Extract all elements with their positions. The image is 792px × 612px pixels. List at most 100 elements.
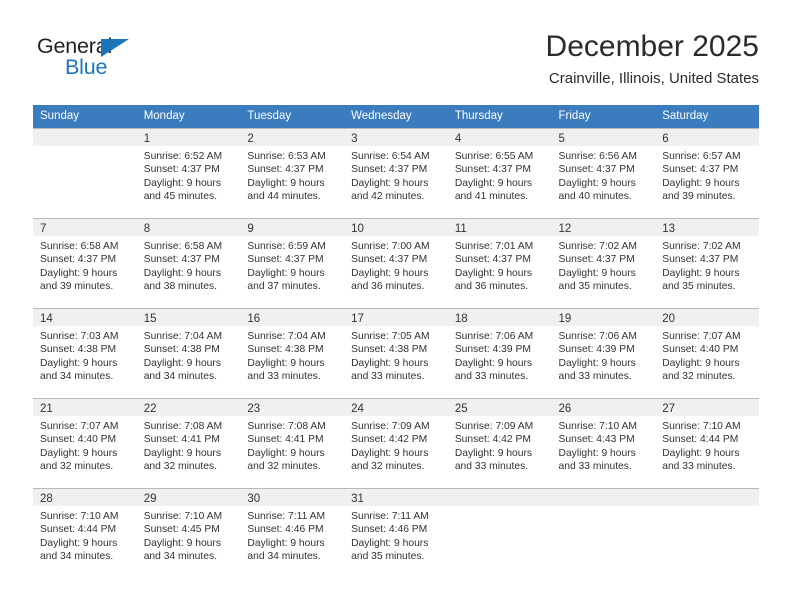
day-cell-18[interactable]: 18 Sunrise: 7:06 AM Sunset: 4:39 PM Dayligh… (447, 308, 552, 398)
day-number-bar: 23 (240, 399, 345, 416)
day-cell-11[interactable]: 11 Sunrise: 7:01 AM Sunset: 4:37 PM Dayligh… (447, 218, 552, 308)
daylight-text-line2: and 34 minutes. (40, 371, 114, 383)
day-cell-25[interactable]: 25 Sunrise: 7:09 AM Sunset: 4:42 PM Dayligh… (447, 398, 552, 488)
daylight-text-line1: Daylight: 9 hours (351, 177, 429, 189)
calendar-cell: 18 Sunrise: 7:06 AM Sunset: 4:39 PM Dayligh… (447, 308, 552, 398)
sunset-text: Sunset: 4:37 PM (454, 164, 531, 176)
day-cell-30[interactable]: 30 Sunrise: 7:11 AM Sunset: 4:46 PM Dayligh… (240, 488, 345, 578)
calendar-cell: 14 Sunrise: 7:03 AM Sunset: 4:38 PM Dayligh… (33, 308, 137, 398)
day-cell-21[interactable]: 21 Sunrise: 7:07 AM Sunset: 4:40 PM Dayligh… (33, 398, 137, 488)
day-number: 29 (143, 493, 157, 505)
day-cell-16[interactable]: 16 Sunrise: 7:04 AM Sunset: 4:38 PM Dayligh… (240, 308, 345, 398)
day-cell-5[interactable]: 5 Sunrise: 6:56 AM Sunset: 4:37 PM Daylight… (551, 128, 656, 218)
daylight-text-line1: Daylight: 9 hours (40, 267, 118, 279)
day-cell-2[interactable]: 2 Sunrise: 6:53 AM Sunset: 4:37 PM Daylight… (240, 128, 345, 218)
sunrise-text: Sunrise: 7:09 AM (351, 421, 430, 432)
calendar-body: 1 Sunrise: 6:52 AM Sunset: 4:37 PM Daylight… (33, 128, 759, 578)
sunrise-text: Sunrise: 7:08 AM (247, 421, 326, 432)
day-number: 12 (558, 223, 572, 235)
day-cell-22[interactable]: 22 Sunrise: 7:08 AM Sunset: 4:41 PM Dayligh… (136, 398, 241, 488)
daylight-text-line1: Daylight: 9 hours (454, 177, 533, 189)
sunset-text: Sunset: 4:38 PM (40, 344, 117, 356)
general-blue-logo[interactable]: General Blue (37, 34, 157, 90)
day-details: Sunrise: 7:10 AM Sunset: 4:43 PM Daylight:… (552, 416, 656, 474)
day-number: 9 (247, 223, 254, 235)
daylight-text-line1: Daylight: 9 hours (143, 447, 221, 459)
day-details: Sunrise: 6:59 AM Sunset: 4:37 PM Daylight:… (240, 236, 344, 294)
day-cell-31[interactable]: 31 Sunrise: 7:11 AM Sunset: 4:46 PM Dayligh… (344, 488, 448, 578)
day-details: Sunrise: 7:02 AM Sunset: 4:37 PM Daylight:… (552, 236, 656, 294)
day-number-bar: 9 (240, 219, 345, 236)
day-cell-10[interactable]: 10 Sunrise: 7:00 AM Sunset: 4:37 PM Dayligh… (344, 218, 448, 308)
daylight-text-line2: and 40 minutes. (558, 191, 632, 203)
sunset-text: Sunset: 4:37 PM (662, 164, 739, 176)
day-details: Sunrise: 6:53 AM Sunset: 4:37 PM Daylight:… (240, 146, 344, 204)
calendar-cell: 25 Sunrise: 7:09 AM Sunset: 4:42 PM Dayligh… (447, 398, 552, 488)
daylight-text-line1: Daylight: 9 hours (143, 357, 221, 369)
day-cell-3[interactable]: 3 Sunrise: 6:54 AM Sunset: 4:37 PM Daylight… (344, 128, 448, 218)
day-number: 26 (558, 403, 572, 415)
daylight-text-line1: Daylight: 9 hours (247, 447, 325, 459)
sunset-text: Sunset: 4:37 PM (454, 254, 531, 266)
sunset-text: Sunset: 4:44 PM (40, 524, 117, 536)
daylight-text-line2: and 35 minutes. (662, 281, 736, 293)
day-details: Sunrise: 7:01 AM Sunset: 4:37 PM Daylight:… (448, 236, 552, 294)
day-details: Sunrise: 7:10 AM Sunset: 4:44 PM Daylight:… (655, 416, 759, 474)
day-cell-12[interactable]: 12 Sunrise: 7:02 AM Sunset: 4:37 PM Dayligh… (551, 218, 656, 308)
sunrise-text: Sunrise: 6:59 AM (247, 241, 326, 252)
sunrise-text: Sunrise: 7:04 AM (247, 331, 326, 342)
calendar-page: General Blue December 2025 Crainville, I… (0, 0, 792, 612)
page-subtitle-location: Crainville, Illinois, United States (548, 70, 759, 87)
sunset-text: Sunset: 4:46 PM (247, 524, 324, 536)
day-cell-27[interactable]: 27 Sunrise: 7:10 AM Sunset: 4:44 PM Dayligh… (655, 398, 759, 488)
sunset-text: Sunset: 4:39 PM (454, 344, 531, 356)
sunrise-text: Sunrise: 6:54 AM (351, 151, 430, 162)
day-cell-28[interactable]: 28 Sunrise: 7:10 AM Sunset: 4:44 PM Dayligh… (33, 488, 137, 578)
calendar-table: Sunday Monday Tuesday Wednesday Thursday Frid… (33, 105, 759, 578)
day-cell-15[interactable]: 15 Sunrise: 7:04 AM Sunset: 4:38 PM Dayligh… (136, 308, 241, 398)
day-cell-13[interactable]: 13 Sunrise: 7:02 AM Sunset: 4:37 PM Dayligh… (655, 218, 759, 308)
day-number: 1 (143, 133, 151, 145)
day-cell-7[interactable]: 7 Sunrise: 6:58 AM Sunset: 4:37 PM Daylight… (33, 218, 137, 308)
day-cell-26[interactable]: 26 Sunrise: 7:10 AM Sunset: 4:43 PM Dayligh… (551, 398, 656, 488)
sunrise-text: Sunrise: 7:11 AM (351, 511, 429, 522)
day-cell-24[interactable]: 24 Sunrise: 7:09 AM Sunset: 4:42 PM Dayligh… (344, 398, 448, 488)
day-number: 2 (247, 133, 254, 145)
day-cell-17[interactable]: 17 Sunrise: 7:05 AM Sunset: 4:38 PM Dayligh… (344, 308, 448, 398)
calendar-cell: 7 Sunrise: 6:58 AM Sunset: 4:37 PM Daylight… (33, 218, 137, 308)
day-details: Sunrise: 7:08 AM Sunset: 4:41 PM Daylight:… (137, 416, 241, 474)
day-cell-9[interactable]: 9 Sunrise: 6:59 AM Sunset: 4:37 PM Daylight… (240, 218, 345, 308)
day-details: Sunrise: 7:02 AM Sunset: 4:37 PM Daylight:… (655, 236, 759, 294)
daylight-text-line2: and 36 minutes. (351, 281, 425, 293)
day-cell-19[interactable]: 19 Sunrise: 7:06 AM Sunset: 4:39 PM Dayligh… (551, 308, 656, 398)
calendar-cell (551, 488, 656, 578)
daylight-text-line2: and 33 minutes. (454, 461, 529, 473)
calendar-cell: 4 Sunrise: 6:55 AM Sunset: 4:37 PM Daylight… (447, 128, 552, 218)
day-number: 5 (558, 133, 565, 145)
calendar-header-row: Sunday Monday Tuesday Wednesday Thursday Frid… (33, 105, 759, 128)
day-details: Sunrise: 7:00 AM Sunset: 4:37 PM Daylight:… (344, 236, 448, 294)
weekday-header-friday: Friday (551, 105, 656, 128)
calendar-week-row: 28 Sunrise: 7:10 AM Sunset: 4:44 PM Dayligh… (33, 488, 759, 578)
day-cell-8[interactable]: 8 Sunrise: 6:58 AM Sunset: 4:37 PM Daylight… (136, 218, 241, 308)
day-number-bar: 6 (655, 129, 759, 146)
day-cell-20[interactable]: 20 Sunrise: 7:07 AM Sunset: 4:40 PM Dayligh… (655, 308, 759, 398)
day-cell-29[interactable]: 29 Sunrise: 7:10 AM Sunset: 4:45 PM Dayligh… (136, 488, 241, 578)
day-cell-1[interactable]: 1 Sunrise: 6:52 AM Sunset: 4:37 PM Daylight… (136, 128, 241, 218)
day-cell-23[interactable]: 23 Sunrise: 7:08 AM Sunset: 4:41 PM Dayligh… (240, 398, 345, 488)
sunrise-text: Sunrise: 7:04 AM (143, 331, 223, 342)
day-cell-empty (655, 488, 759, 578)
day-cell-4[interactable]: 4 Sunrise: 6:55 AM Sunset: 4:37 PM Daylight… (447, 128, 552, 218)
day-cell-6[interactable]: 6 Sunrise: 6:57 AM Sunset: 4:37 PM Daylight… (655, 128, 759, 218)
day-details: Sunrise: 7:07 AM Sunset: 4:40 PM Daylight:… (33, 416, 137, 474)
sunset-text: Sunset: 4:40 PM (40, 434, 117, 446)
day-cell-14[interactable]: 14 Sunrise: 7:03 AM Sunset: 4:38 PM Dayligh… (33, 308, 137, 398)
daylight-text-line1: Daylight: 9 hours (40, 447, 118, 459)
day-number: 28 (40, 493, 53, 505)
daylight-text-line1: Daylight: 9 hours (247, 537, 325, 549)
sunrise-text: Sunrise: 7:10 AM (40, 511, 119, 522)
day-number-bar: 14 (33, 309, 137, 326)
day-number-bar: 28 (33, 489, 137, 506)
day-number-bar: 2 (240, 129, 345, 146)
daylight-text-line2: and 34 minutes. (143, 371, 217, 383)
